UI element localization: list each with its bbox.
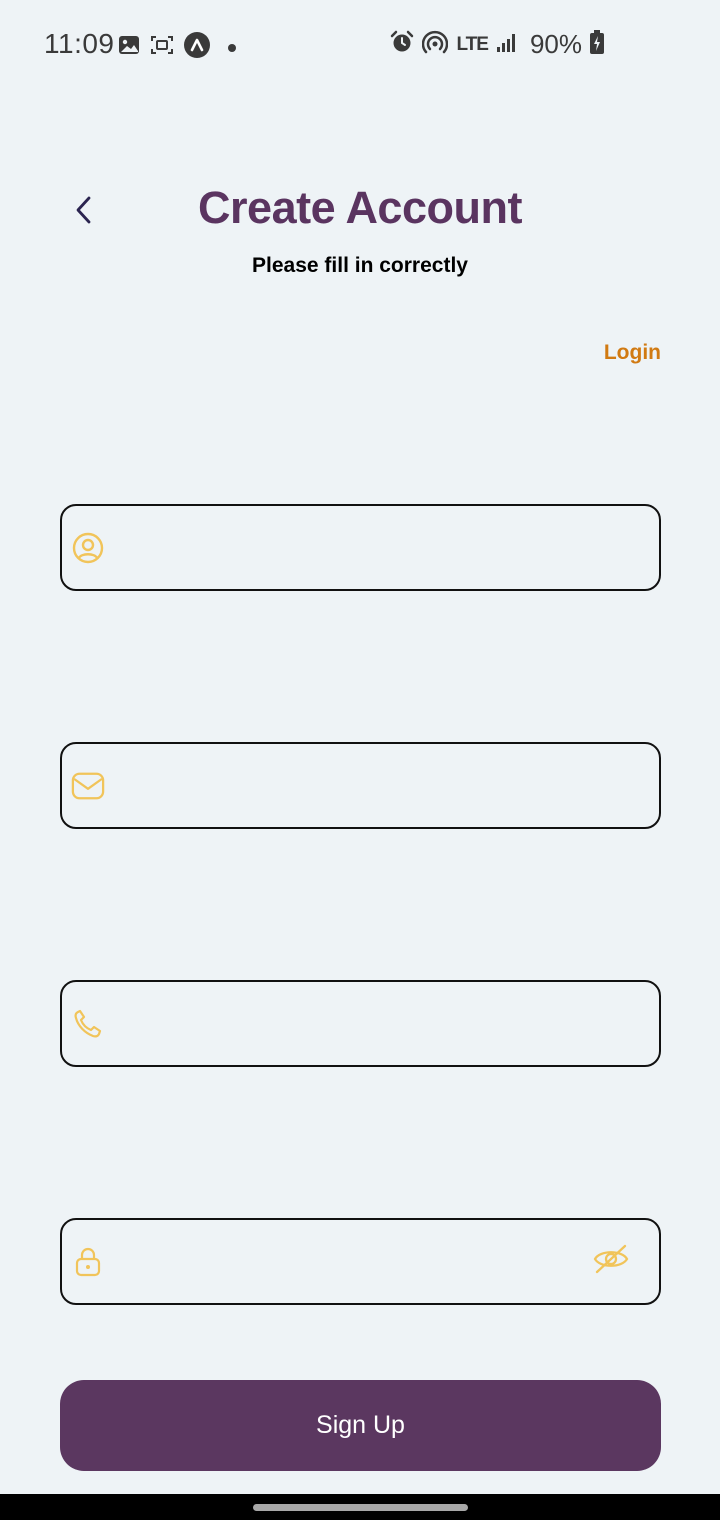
toggle-password-visibility[interactable] (591, 1243, 631, 1280)
app-notification-icon (184, 32, 210, 63)
login-link[interactable]: Login (604, 341, 661, 365)
user-icon (71, 531, 105, 565)
email-field[interactable] (60, 742, 661, 829)
email-input[interactable] (118, 744, 599, 827)
phone-field[interactable] (60, 980, 661, 1067)
status-notification-icons (118, 32, 236, 63)
phone-input[interactable] (118, 982, 599, 1065)
status-system-icons: LTE 90% (390, 29, 604, 60)
gallery-icon (118, 35, 140, 60)
phone-icon (71, 1007, 105, 1041)
eye-off-icon (592, 1243, 630, 1280)
password-input[interactable] (118, 1220, 599, 1303)
lock-icon (71, 1245, 105, 1279)
name-field[interactable] (60, 504, 661, 591)
password-field[interactable] (60, 1218, 661, 1305)
mail-icon (71, 769, 105, 803)
name-input[interactable] (118, 506, 599, 589)
battery-charging-icon (590, 30, 604, 59)
page-title: Create Account (198, 182, 522, 233)
alarm-icon (390, 30, 414, 59)
status-time: 11:09 (44, 28, 115, 59)
signal-icon (496, 31, 518, 58)
more-notifications-dot (228, 43, 236, 52)
signup-screen: 11:09 LTE 90% Create Account Please fill… (0, 0, 720, 1520)
page-subtitle: Please fill in correctly (252, 254, 468, 277)
screen-capture-icon (150, 35, 174, 60)
network-type: LTE (456, 33, 489, 55)
navigation-bar (0, 1494, 720, 1520)
home-gesture-handle[interactable] (253, 1504, 468, 1511)
sign-up-button[interactable]: Sign Up (60, 1380, 661, 1471)
hotspot-icon (422, 30, 449, 59)
status-bar: 11:09 LTE 90% (0, 0, 720, 90)
battery-percent: 90% (529, 29, 582, 59)
